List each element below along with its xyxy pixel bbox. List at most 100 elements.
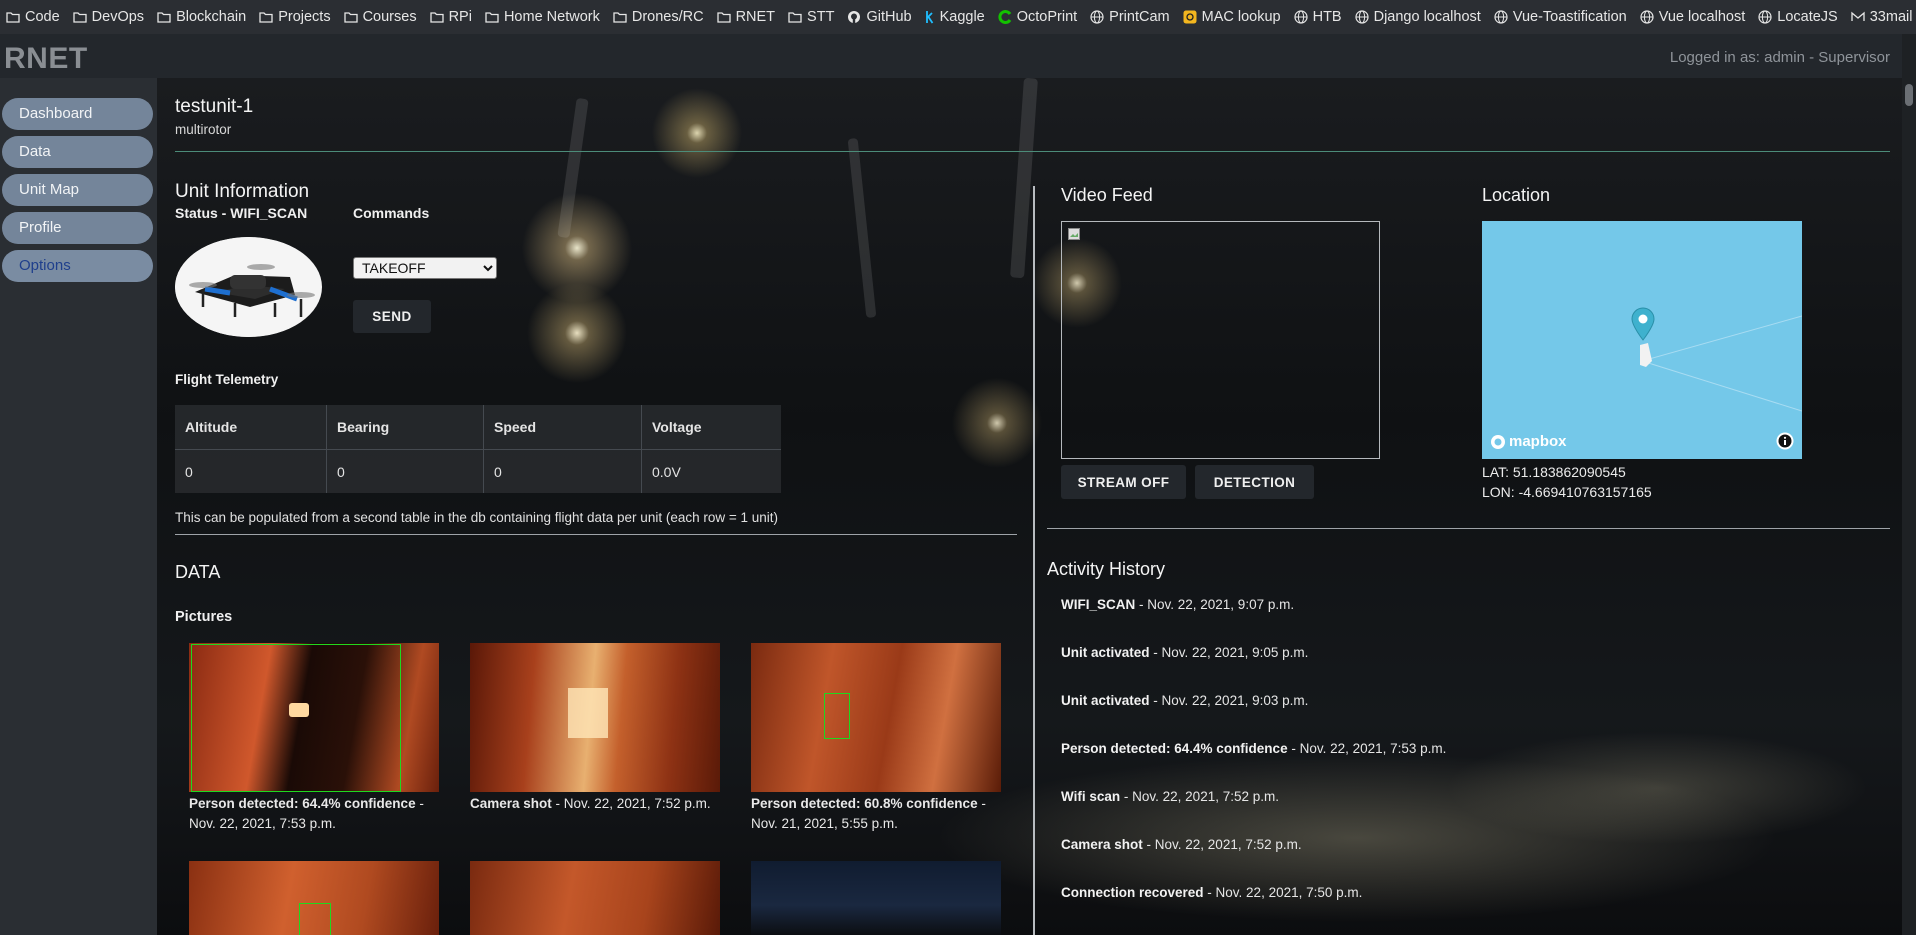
bearing-value: 0 — [326, 449, 484, 493]
activity-date: - Nov. 22, 2021, 7:52 p.m. — [1120, 789, 1279, 804]
activity-event: Camera shot — [1061, 837, 1143, 852]
bookmark-33mail[interactable]: 33mail — [1851, 9, 1913, 25]
altitude-value: 0 — [175, 449, 327, 493]
map-marker-icon[interactable] — [1631, 307, 1655, 341]
voltage-value: 0.0V — [652, 463, 681, 480]
drone-image — [175, 237, 322, 337]
activity-item: Unit activated - Nov. 22, 2021, 9:05 p.m… — [1061, 645, 1308, 660]
bookmark-rpi[interactable]: RPi — [429, 9, 472, 25]
location-heading: Location — [1482, 185, 1551, 205]
bookmark-label: Blockchain — [176, 9, 247, 25]
unit-name: testunit-1 — [175, 96, 254, 117]
page-scrollbar[interactable] — [1902, 34, 1916, 935]
sidebar-item-dashboard[interactable]: Dashboard — [2, 98, 153, 130]
picture-thumbnail[interactable] — [751, 861, 1001, 935]
activity-event: Connection recovered — [1061, 885, 1204, 900]
stream-toggle-button[interactable]: STREAM OFF — [1061, 465, 1186, 499]
globe-icon — [1640, 10, 1654, 24]
bookmark-devops[interactable]: DevOps — [73, 9, 144, 25]
picture-thumbnail[interactable] — [189, 643, 439, 792]
bookmark-printcam[interactable]: PrintCam — [1090, 9, 1170, 25]
command-select[interactable]: TAKEOFF — [353, 257, 497, 279]
activity-event: Person detected: 64.4% confidence — [1061, 741, 1288, 756]
mapbox-logo[interactable]: mapbox — [1490, 433, 1567, 450]
bookmark-locatejs[interactable]: LocateJS — [1758, 9, 1838, 25]
picture-thumbnail[interactable] — [189, 861, 439, 935]
globe-icon — [1293, 10, 1308, 24]
bookmark-courses[interactable]: Courses — [343, 9, 417, 25]
sidebar-item-options[interactable]: Options — [2, 250, 153, 282]
bookmark-htb[interactable]: HTB — [1293, 9, 1342, 25]
picture-caption: Camera shot - Nov. 22, 2021, 7:52 p.m. — [470, 796, 711, 811]
scrollbar-thumb[interactable] — [1905, 84, 1913, 106]
bookmark-drones-rc[interactable]: Drones/RC — [613, 9, 704, 25]
picture-thumbnail[interactable] — [470, 643, 720, 792]
bookmark-rnet[interactable]: RNET — [716, 9, 775, 25]
send-button[interactable]: SEND — [353, 300, 431, 333]
bookmark-label: Courses — [362, 9, 417, 25]
bookmark-stt[interactable]: STT — [788, 9, 834, 25]
bookmark-label: LocateJS — [1777, 9, 1838, 25]
section-divider — [1047, 528, 1890, 529]
folder-icon — [788, 12, 802, 23]
activity-date: - Nov. 22, 2021, 7:52 p.m. — [1142, 837, 1302, 852]
broken-image-icon — [1068, 228, 1080, 240]
bookmark-projects[interactable]: Projects — [259, 9, 331, 25]
folder-icon — [613, 12, 627, 23]
table-header-row: Altitude Bearing Speed Voltage — [175, 405, 781, 450]
bookmark-kaggle[interactable]: Kaggle — [925, 9, 985, 25]
picture-title: Person detected: 64.4% confidence — [189, 796, 416, 811]
activity-date: - Nov. 22, 2021, 7:50 p.m. — [1203, 885, 1363, 900]
bookmark-vue-toastification[interactable]: Vue-Toastification — [1494, 9, 1627, 25]
drone-icon — [175, 237, 321, 337]
column-header: Bearing — [326, 405, 484, 450]
commands-heading: Commands — [353, 205, 430, 221]
location-map[interactable]: mapbox — [1482, 221, 1802, 459]
bookmark-blockchain[interactable]: Blockchain — [157, 9, 246, 25]
data-heading: DATA — [175, 562, 221, 582]
mapbox-label: mapbox — [1509, 433, 1567, 450]
sidebar-item-unit-map[interactable]: Unit Map — [2, 174, 153, 206]
header-divider — [175, 151, 1890, 152]
bookmarks-bar: Code DevOps Blockchain Projects Courses … — [0, 0, 1916, 34]
sidebar-item-profile[interactable]: Profile — [2, 212, 153, 244]
detection-box — [824, 693, 850, 739]
bookmark-label: MAC lookup — [1201, 9, 1281, 25]
picture-thumbnail[interactable] — [751, 643, 1001, 792]
bookmark-vue-localhost[interactable]: Vue localhost — [1640, 9, 1745, 25]
info-icon[interactable] — [1776, 432, 1794, 450]
activity-date: - Nov. 22, 2021, 7:53 p.m. — [1287, 741, 1447, 756]
github-icon — [848, 11, 861, 23]
folder-icon — [485, 12, 499, 23]
bookmark-label: Home Network — [503, 9, 600, 25]
unit-info-heading: Unit Information — [175, 181, 310, 202]
doorway-highlight — [568, 688, 608, 738]
latitude: LAT: 51.183862090545 — [1482, 464, 1626, 480]
column-header: Voltage — [641, 405, 781, 450]
login-status: Logged in as: admin - Supervisor — [1669, 49, 1890, 66]
bookmark-home-network[interactable]: Home Network — [485, 9, 600, 25]
bookmark-label: DevOps — [91, 9, 145, 25]
activity-item: Person detected: 64.4% confidence - Nov.… — [1061, 741, 1446, 756]
picture-date: Nov. 22, 2021, 7:52 p.m. — [563, 796, 711, 811]
kaggle-icon — [925, 11, 933, 24]
background-decoration — [847, 137, 877, 319]
unit-type: multirotor — [175, 122, 232, 137]
sidebar-item-data[interactable]: Data — [2, 136, 153, 168]
video-feed-heading: Video Feed — [1061, 185, 1153, 205]
activity-item: Wifi scan - Nov. 22, 2021, 7:52 p.m. — [1061, 789, 1279, 804]
telemetry-heading: Flight Telemetry — [175, 372, 279, 387]
bookmark-django-localhost[interactable]: Django localhost — [1354, 9, 1481, 25]
bookmark-label: 33mail — [1869, 9, 1913, 25]
bookmark-code[interactable]: Code — [6, 9, 60, 25]
video-feed[interactable] — [1061, 221, 1380, 459]
brand-logo[interactable]: RNET — [4, 42, 88, 76]
picture-thumbnail[interactable] — [470, 861, 720, 935]
section-divider — [175, 534, 1017, 535]
bookmark-mac-lookup[interactable]: MAC lookup — [1183, 9, 1281, 25]
bookmark-octoprint[interactable]: OctoPrint — [998, 9, 1077, 25]
detection-button[interactable]: DETECTION — [1195, 465, 1314, 499]
folder-icon — [6, 12, 20, 23]
bookmark-github[interactable]: GitHub — [847, 9, 912, 25]
sidebar: Dashboard Data Unit Map Profile Options — [0, 78, 157, 935]
